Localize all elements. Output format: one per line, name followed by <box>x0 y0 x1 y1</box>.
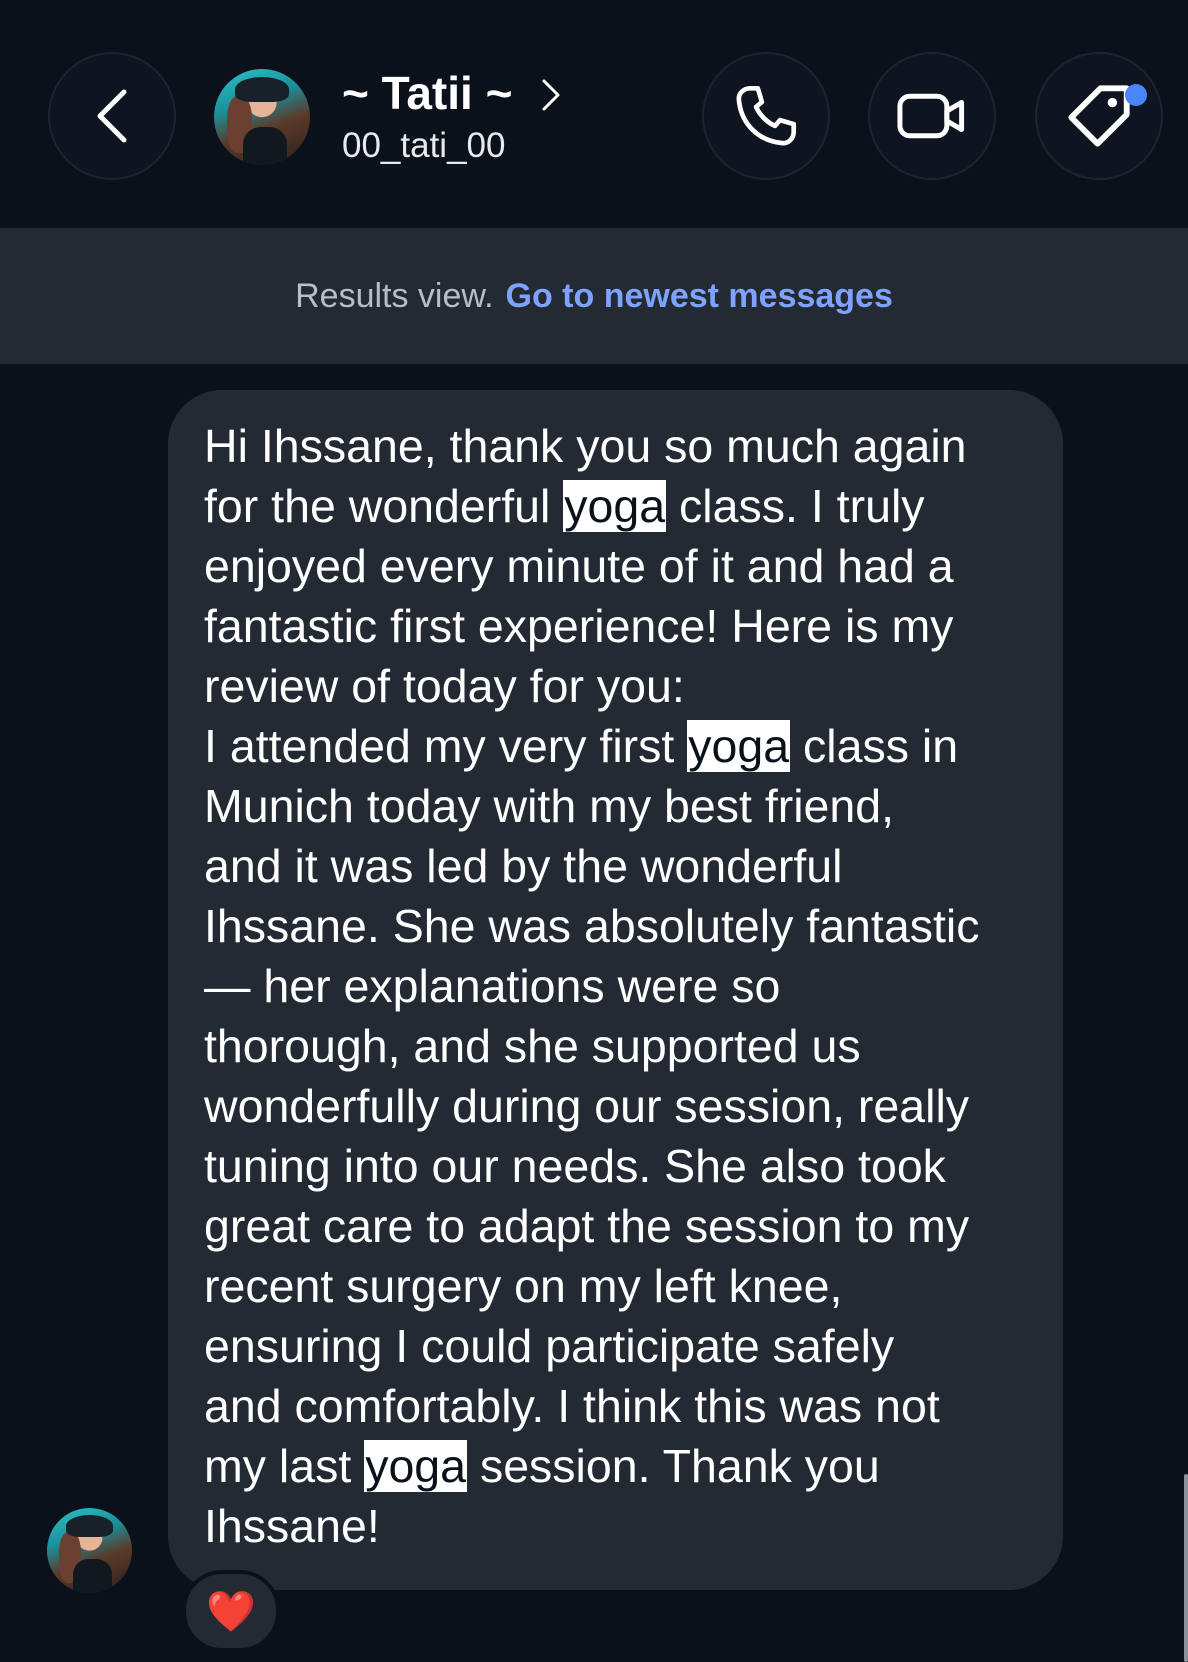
message-bubble[interactable]: Hi Ihssane, thank you so much again for t… <box>168 390 1063 1590</box>
message-line: Munich today with my best friend, <box>204 780 895 832</box>
notification-dot <box>1125 84 1147 106</box>
message-line: fantastic first experience! Here is my <box>204 600 954 652</box>
phone-icon <box>736 85 797 146</box>
heart-icon: ❤️ <box>206 1589 256 1634</box>
message-line: and comfortably. I think this was not <box>204 1380 940 1432</box>
message-line: Ihssane. She was absolutely fantastic <box>204 900 980 952</box>
heart-reaction[interactable]: ❤️ <box>182 1570 280 1652</box>
message-line: wonderfully during our session, really <box>204 1080 970 1132</box>
results-view-label: Results view. <box>295 276 494 315</box>
search-highlight: yoga <box>364 1440 468 1492</box>
message-line: tuning into our needs. She also took <box>204 1140 946 1192</box>
message-line: for the wonderful yoga class. I truly <box>204 480 925 532</box>
tag-button[interactable] <box>1035 52 1163 180</box>
message-line: I attended my very first yoga class in <box>204 720 959 772</box>
chat-header: ~ Tatii ~ 00_tati_00 <box>0 0 1188 228</box>
chevron-right-icon[interactable] <box>540 78 562 112</box>
message-line: Hi Ihssane, thank you so much again <box>204 420 967 472</box>
results-view-bar: Results view. Go to newest messages <box>0 228 1188 364</box>
scrollbar[interactable] <box>1184 1474 1188 1662</box>
go-to-newest-messages-link[interactable]: Go to newest messages <box>506 277 893 316</box>
message-line: enjoyed every minute of it and had a <box>204 540 954 592</box>
search-highlight: yoga <box>687 720 791 772</box>
tag-icon <box>1068 85 1130 147</box>
video-call-button[interactable] <box>868 52 996 180</box>
message-line: recent surgery on my left knee, <box>204 1260 843 1312</box>
message-text: Hi Ihssane, thank you so much again for t… <box>204 416 1033 1556</box>
audio-call-button[interactable] <box>702 52 830 180</box>
sender-avatar[interactable] <box>47 1508 132 1593</box>
message-line: great care to adapt the session to my <box>204 1200 970 1252</box>
message-line: review of today for you: <box>204 660 685 712</box>
contact-avatar[interactable] <box>214 69 310 165</box>
back-button[interactable] <box>48 52 176 180</box>
video-camera-icon <box>897 93 965 139</box>
message-line: my last yoga session. Thank you <box>204 1440 880 1492</box>
contact-name[interactable]: ~ Tatii ~ <box>342 66 512 120</box>
contact-handle[interactable]: 00_tati_00 <box>342 126 505 166</box>
message-line: ensuring I could participate safely <box>204 1320 895 1372</box>
message-line: and it was led by the wonderful <box>204 840 843 892</box>
message-line: thorough, and she supported us <box>204 1020 861 1072</box>
message-line: Ihssane! <box>204 1500 380 1552</box>
search-highlight: yoga <box>563 480 667 532</box>
message-line: — her explanations were so <box>204 960 781 1012</box>
back-arrow-icon <box>97 89 127 143</box>
